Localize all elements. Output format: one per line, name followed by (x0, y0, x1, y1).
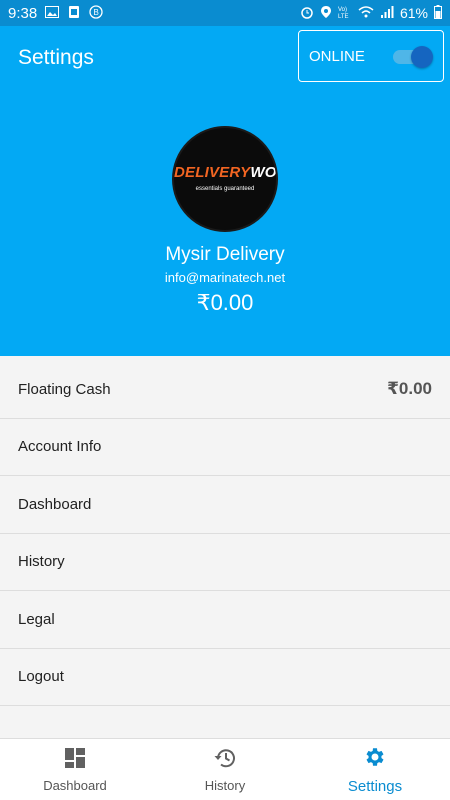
android-icon (67, 5, 81, 22)
signal-icon (380, 5, 394, 22)
status-bar: 9:38 B Vo) LTE 61% (0, 0, 450, 26)
dashboard-icon (64, 747, 86, 774)
online-switch[interactable] (393, 46, 433, 68)
status-time: 9:38 (8, 4, 38, 22)
alarm-icon (300, 5, 314, 22)
volte-icon: Vo) LTE (338, 5, 352, 22)
brand-logo: DELIVERYWOAL (174, 164, 277, 181)
nav-dashboard[interactable]: Dashboard (0, 739, 150, 800)
menu-item-logout[interactable]: Logout (0, 648, 450, 706)
nav-label: Dashboard (43, 777, 107, 793)
menu-item-label: Account Info (18, 438, 102, 456)
nav-settings[interactable]: Settings (300, 739, 450, 800)
menu-item-label: Floating Cash (18, 380, 111, 398)
svg-text:B: B (94, 8, 99, 17)
menu-item-floating-cash[interactable]: Floating Cash ₹0.00 (0, 361, 450, 419)
menu-item-dashboard[interactable]: Dashboard (0, 476, 450, 534)
floating-cash-value: ₹0.00 (387, 379, 432, 399)
bottom-navigation: Dashboard History Settings (0, 738, 450, 800)
menu-item-label: History (18, 553, 65, 571)
brand-tagline: essentials guaranteed (195, 186, 255, 192)
menu-item-label: Legal (18, 610, 55, 628)
online-toggle-container[interactable]: ONLINE (298, 30, 444, 82)
menu-item-account-info[interactable]: Account Info (0, 418, 450, 476)
profile-balance: ₹0.00 (196, 290, 254, 315)
app-bar: Settings ONLINE (0, 26, 450, 90)
profile-email: info@marinatech.net (164, 270, 286, 285)
profile-header: DELIVERYWOAL essentials guaranteed Mysir… (0, 90, 450, 356)
page-title: Settings (18, 46, 94, 69)
svg-text:LTE: LTE (338, 14, 349, 19)
image-icon (45, 5, 60, 21)
nav-label: Settings (347, 777, 403, 795)
profile-name: Mysir Delivery (165, 244, 285, 265)
bbm-icon: B (89, 4, 103, 22)
history-icon (213, 747, 237, 774)
menu-item-label: Dashboard (18, 495, 92, 513)
nav-history[interactable]: History (150, 739, 300, 800)
wifi-icon (358, 5, 374, 22)
location-icon (320, 5, 332, 22)
online-status-label: ONLINE (309, 47, 365, 65)
avatar: DELIVERYWOAL essentials guaranteed (172, 126, 278, 232)
menu-item-history[interactable]: History (0, 533, 450, 591)
settings-menu: Floating Cash ₹0.00 Account Info Dashboa… (0, 361, 450, 706)
gear-icon (363, 745, 387, 774)
battery-icon (434, 4, 442, 22)
svg-text:Vo): Vo) (338, 7, 347, 13)
menu-item-label: Logout (18, 668, 64, 686)
battery-percent: 61% (399, 5, 428, 21)
menu-item-legal[interactable]: Legal (0, 591, 450, 649)
nav-label: History (204, 777, 246, 793)
switch-knob (411, 46, 433, 68)
